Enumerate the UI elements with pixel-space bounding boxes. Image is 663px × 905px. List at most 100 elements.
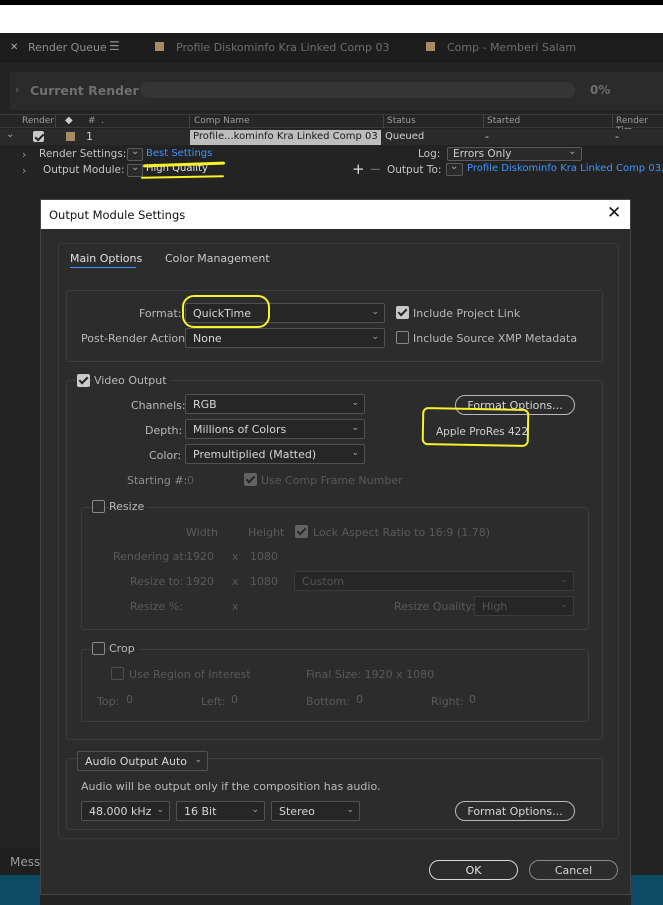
crop-bottom-label: Bottom: — [306, 695, 351, 708]
times-sign: x — [232, 575, 239, 588]
audio-channels-dropdown[interactable]: Stereo ⌄ — [271, 801, 360, 821]
hamburger-menu-icon[interactable]: ☰ — [109, 39, 120, 53]
taskbar-strip — [631, 875, 663, 905]
queue-column-header: Render ◆ # . Comp Name Status Started Re… — [0, 114, 663, 136]
depth-label: Depth: — [145, 424, 183, 437]
tab-comp-profile[interactable]: Profile Diskominfo Kra Linked Comp 03 — [176, 41, 389, 54]
log-label: Log: — [418, 148, 441, 160]
resize-percent-label: Resize %: — [130, 600, 183, 613]
column-comp-name[interactable]: Comp Name — [194, 116, 250, 126]
chevron-down-icon: ⌄ — [560, 600, 568, 610]
top-white-strip — [0, 0, 663, 33]
color-dropdown[interactable]: Premultiplied (Matted) ⌄ — [185, 444, 365, 464]
ok-button[interactable]: OK — [429, 860, 518, 880]
crop-bottom-value: 0 — [356, 693, 363, 706]
resize-label: Resize — [109, 500, 148, 513]
label-color-swatch[interactable] — [66, 132, 75, 141]
messages-label: Mess — [10, 855, 41, 869]
times-sign: x — [232, 600, 239, 613]
label-tag-icon[interactable]: ◆ — [65, 115, 73, 126]
chevron-right-icon[interactable]: › — [22, 148, 26, 161]
crop-checkbox[interactable] — [92, 642, 105, 655]
close-tab-icon[interactable]: ✕ — [10, 42, 18, 53]
use-roi-checkbox[interactable] — [111, 667, 124, 680]
comp-name-cell[interactable]: Profile...kominfo Kra Linked Comp 03 — [190, 130, 381, 145]
column-started[interactable]: Started — [487, 116, 520, 126]
yellow-circle-mark — [182, 295, 270, 328]
audio-rate-dropdown[interactable]: 48.000 kHz ⌄ — [81, 801, 170, 821]
crop-left-label: Left: — [201, 695, 226, 708]
output-module-settings-dialog: Output Module Settings ✕ Main Options Co… — [40, 199, 631, 895]
cancel-button[interactable]: Cancel — [529, 860, 618, 880]
tab-color-management[interactable]: Color Management — [165, 252, 270, 265]
current-render-bar: › Current Render 0% — [10, 72, 663, 110]
times-sign: x — [232, 550, 239, 563]
audio-output-dropdown[interactable]: Audio Output Auto ⌄ — [77, 751, 208, 771]
audio-bits-dropdown[interactable]: 16 Bit ⌄ — [176, 801, 265, 821]
queue-status: Queued — [385, 131, 425, 142]
chevron-right-icon[interactable]: › — [22, 164, 26, 177]
audio-format-options-button[interactable]: Format Options... — [455, 801, 575, 821]
tab-comp-memberi-salam[interactable]: Comp - Memberi Salam — [447, 41, 576, 54]
chevron-down-icon: ⌄ — [251, 805, 259, 815]
include-project-link-label: Include Project Link — [413, 307, 521, 320]
column-status[interactable]: Status — [387, 116, 416, 126]
width-header: Width — [186, 526, 218, 539]
column-render[interactable]: Render — [22, 116, 54, 126]
output-module-dropdown[interactable]: ⌄ — [127, 162, 143, 177]
video-output-checkbox[interactable] — [77, 374, 90, 387]
render-checkbox[interactable] — [33, 131, 44, 142]
lock-aspect-label: Lock Aspect Ratio to 16:9 (1.78) — [313, 526, 490, 539]
queue-number: 1 — [86, 130, 93, 143]
chevron-down-icon: ⌄ — [351, 398, 359, 408]
close-icon[interactable]: ✕ — [607, 203, 621, 223]
current-render-label: Current Render — [30, 83, 139, 98]
resize-preset-dropdown[interactable]: Custom ⌄ — [294, 571, 574, 591]
post-render-dropdown[interactable]: None ⌄ — [185, 328, 385, 348]
yellow-circle-mark — [421, 407, 530, 447]
resize-quality-value: High — [482, 600, 508, 613]
video-output-label: Video Output — [94, 374, 170, 387]
tab-main-options[interactable]: Main Options — [70, 252, 142, 265]
remove-output-module-icon[interactable]: − — [369, 160, 382, 178]
rendering-width: 1920 — [186, 550, 214, 563]
channels-label: Channels: — [131, 399, 186, 412]
chevron-down-icon: ⌄ — [194, 755, 202, 765]
log-dropdown[interactable]: Errors Only ⌄ — [447, 146, 582, 161]
include-xmp-checkbox[interactable] — [396, 331, 409, 344]
depth-dropdown[interactable]: Millions of Colors ⌄ — [185, 419, 365, 439]
crop-top-label: Top: — [97, 695, 120, 708]
audio-channels-value: Stereo — [279, 805, 315, 818]
audio-rate-value: 48.000 kHz — [89, 805, 152, 818]
include-project-link-checkbox[interactable] — [396, 306, 409, 319]
output-to-dropdown[interactable]: ⌄ — [446, 161, 463, 176]
resize-checkbox[interactable] — [92, 500, 105, 513]
resize-quality-dropdown[interactable]: High ⌄ — [474, 596, 574, 616]
add-output-module-icon[interactable]: + — [352, 160, 365, 178]
color-label: Color: — [149, 449, 182, 462]
tab-render-queue[interactable]: Render Queue — [28, 41, 107, 54]
use-comp-frame-checkbox[interactable] — [244, 473, 257, 486]
channels-dropdown[interactable]: RGB ⌄ — [185, 394, 365, 414]
crop-right-label: Right: — [431, 695, 464, 708]
rendering-height: 1080 — [250, 550, 278, 563]
include-xmp-label: Include Source XMP Metadata — [413, 332, 578, 345]
log-value: Errors Only — [453, 148, 512, 160]
output-to-link[interactable]: Profile Diskominfo Kra Linked Comp 03.mo — [467, 163, 663, 174]
taskbar-strip — [0, 875, 40, 905]
render-settings-link[interactable]: Best Settings — [146, 148, 212, 159]
lock-aspect-checkbox[interactable] — [295, 525, 308, 538]
chevron-down-icon: ⌄ — [351, 448, 359, 458]
column-number[interactable]: # — [88, 116, 96, 126]
dialog-title-bar: Output Module Settings ✕ — [41, 200, 630, 229]
render-settings-dropdown[interactable]: ⌄ — [127, 146, 143, 161]
crop-top-value: 0 — [126, 693, 133, 706]
dialog-title: Output Module Settings — [49, 208, 186, 222]
depth-value: Millions of Colors — [193, 423, 287, 436]
resize-height: 1080 — [250, 575, 278, 588]
starting-value: 0 — [187, 474, 194, 487]
chevron-right-icon[interactable]: › — [15, 83, 19, 96]
use-roi-label: Use Region of Interest — [129, 668, 251, 681]
output-to-label: Output To: — [387, 164, 442, 176]
chevron-down-icon[interactable]: ⌄ — [6, 129, 14, 140]
